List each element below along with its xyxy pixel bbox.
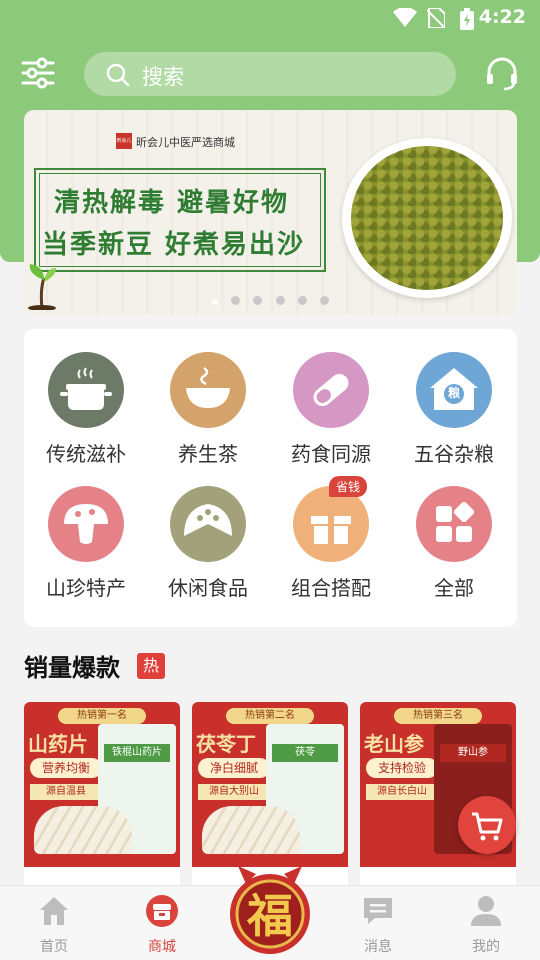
product-name: 老山参 [364,732,424,756]
banner-pagination [24,290,517,309]
package-label: 野山参 [440,744,506,762]
svg-text:福: 福 [246,889,293,943]
profile-icon [471,896,501,926]
headset-icon [487,57,517,91]
product-name: 山药片 [28,732,88,756]
grain-icon-text: 粮 [447,386,460,400]
tab-label: 首页 [40,939,68,955]
gift-icon [311,516,351,544]
rank-label: 热销第三名 [394,708,482,724]
package-label: 茯苓 [272,744,338,762]
category-label: 五谷杂粮 [414,442,494,466]
save-money-badge: 省钱 [329,476,368,497]
search-input[interactable]: 搜索 [84,52,456,96]
clock: 4:22 [478,6,526,28]
category-mountain-delicacies[interactable]: 山珍特产 [24,486,148,601]
feature-tag: 支持检验 [366,758,438,778]
feature-tag: 净白细腻 [198,758,270,778]
page-dot[interactable] [319,296,329,305]
category-traditional-tonic[interactable]: 传统滋补 [24,352,148,467]
search-placeholder: 搜索 [142,65,184,89]
tab-label: 消息 [364,939,392,955]
tab-profile[interactable]: 我的 [432,886,540,960]
customer-service-button[interactable] [484,56,520,92]
banner-slogan-1: 清热解毒 避暑好物 [54,188,290,218]
hot-badge: 热 [137,653,165,679]
category-all[interactable]: 全部 [392,486,516,601]
grid-icon [436,501,475,542]
filter-icon [21,57,55,89]
status-bar: 4:22 [0,0,540,36]
mushroom-icon [64,504,108,544]
page-dot[interactable] [297,296,307,305]
product-image [34,806,132,854]
product-name: 茯苓丁 [196,732,256,756]
product-card[interactable]: 热销第一名 山药片 营养均衡 源自温县 铁棍山药片 [24,702,180,892]
category-label: 组合搭配 [291,576,371,600]
category-label: 药食同源 [291,442,371,466]
cheese-icon [184,504,232,536]
origin-tag: 源自大别山 [198,784,270,800]
header: 搜索 [0,50,540,96]
home-icon [40,897,68,925]
message-icon [364,898,392,924]
category-label: 山珍特产 [46,576,126,600]
product-image [202,806,300,854]
feature-tag: 营养均衡 [30,758,102,778]
tab-home[interactable]: 首页 [0,886,108,960]
battery-icon [460,8,474,30]
no-sim-icon [427,8,445,28]
origin-tag: 源自长白山 [366,784,438,800]
tab-label: 商城 [148,939,176,955]
tea-bowl-icon [186,366,230,408]
page-dot[interactable] [212,299,219,305]
fu-center-button[interactable]: 福 [224,860,316,956]
category-label: 养生茶 [178,442,238,466]
wifi-icon [393,8,417,27]
banner-slogan-2: 当季新豆 好煮易出沙 [42,230,306,260]
pot-icon [60,367,112,410]
category-snacks[interactable]: 休闲食品 [146,486,270,601]
promo-banner[interactable]: 昕会儿 昕会儿中医严选商城 清热解毒 避暑好物 当季新豆 好煮易出沙 [24,110,517,315]
category-grid: 传统滋补 养生茶 药食同源 粮 五谷杂粮 山珍特产 休闲食品 省钱 组合搭配 全… [24,329,517,627]
capsule-icon [313,373,349,407]
filter-button[interactable] [20,56,56,90]
origin-tag: 源自温县 [30,784,102,800]
package-label: 铁棍山药片 [104,744,170,762]
category-label: 传统滋补 [46,442,126,466]
rank-label: 热销第一名 [58,708,146,724]
page-dot[interactable] [253,296,263,305]
category-combos[interactable]: 省钱 组合搭配 [269,476,393,601]
tab-label: 我的 [472,939,500,955]
shop-icon [146,895,178,927]
search-icon [106,63,130,87]
section-title: 销量爆款 [24,654,120,682]
category-grains[interactable]: 粮 五谷杂粮 [392,352,516,467]
rank-label: 热销第二名 [226,708,314,724]
category-food-medicine[interactable]: 药食同源 [269,352,393,467]
mung-beans-image [351,146,503,290]
cart-button[interactable] [458,796,516,854]
tab-messages[interactable]: 消息 [324,886,432,960]
page-dot[interactable] [231,296,241,305]
cart-icon [472,812,503,841]
category-label: 休闲食品 [168,576,248,600]
fu-icon: 福 [230,866,310,954]
category-label: 全部 [434,576,474,600]
brand-name: 昕会儿中医严选商城 [136,136,235,149]
page-dot[interactable] [275,296,285,305]
category-health-tea[interactable]: 养生茶 [146,352,270,467]
tab-shop[interactable]: 商城 [108,886,216,960]
